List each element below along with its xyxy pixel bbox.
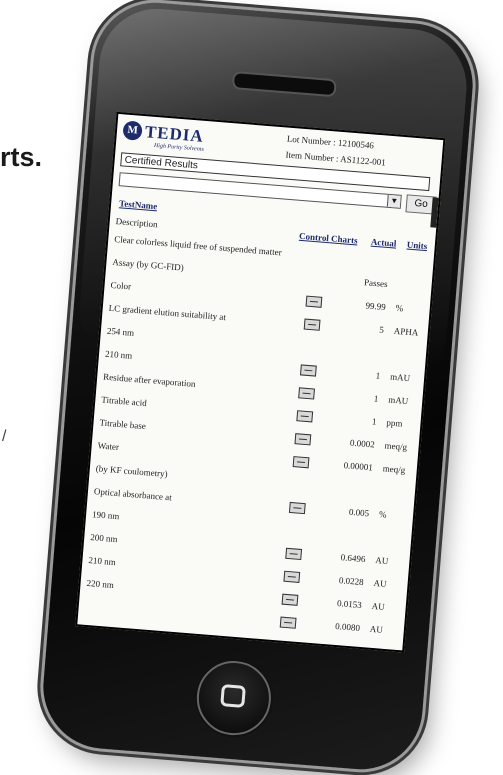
row-description: Assay (by GC-FID) (112, 256, 185, 273)
row-units: AU (373, 577, 387, 589)
chart-icon[interactable] (298, 387, 315, 400)
row-actual: 5 (379, 324, 385, 335)
row-actual: 0.00001 (343, 460, 374, 473)
column-header-description: Description (115, 216, 159, 230)
row-units: ppm (386, 417, 403, 429)
chart-icon[interactable] (285, 547, 303, 561)
chart-icon[interactable] (305, 295, 323, 308)
chart-icon[interactable] (281, 593, 299, 606)
row-actual: 1 (373, 393, 379, 404)
row-description: Clear colorless liquid free of suspended… (113, 234, 283, 258)
row-description: Color (110, 279, 132, 292)
column-header-actual[interactable]: Actual (371, 237, 397, 249)
row-actual (350, 253, 390, 256)
column-header-testname[interactable]: TestName (119, 198, 158, 211)
row-units: AU (371, 600, 386, 612)
row-description: Water (97, 440, 120, 453)
row-actual (343, 345, 383, 348)
row-description: Titrable acid (101, 394, 148, 409)
phone-device: M TEDIA High Purity Solvents Lot Number … (38, 0, 478, 775)
chart-icon[interactable] (288, 501, 306, 515)
row-units: meq/g (384, 440, 408, 453)
row-actual: 0.0080 (334, 620, 361, 633)
row-description: (by KF coulometry) (95, 463, 169, 480)
row-actual: 1 (371, 416, 377, 427)
row-units: AU (375, 554, 389, 567)
chart-icon[interactable] (299, 364, 317, 377)
row-actual: 0.0228 (338, 575, 365, 588)
row-units: % (378, 509, 387, 520)
row-actual: 0.005 (348, 506, 370, 519)
chart-icon[interactable] (294, 433, 312, 446)
row-units: AU (369, 623, 384, 635)
chart-icon[interactable] (296, 410, 314, 423)
row-description: 220 nm (86, 577, 115, 591)
background-headline: rts. (0, 142, 43, 172)
row-actual: 0.0153 (336, 598, 363, 611)
row-units: APHA (393, 325, 419, 338)
row-actual: 0.0002 (349, 437, 376, 450)
row-actual: Passes (363, 277, 388, 290)
item-number: Item Number : AS1122-001 (285, 149, 387, 168)
row-actual (328, 528, 368, 531)
chart-icon[interactable] (283, 570, 301, 583)
row-description: Residue after evaporation (102, 371, 196, 389)
tedia-logo: M TEDIA High Purity Solvents (122, 120, 206, 153)
chevron-down-icon[interactable]: ▼ (386, 194, 401, 208)
row-units: % (395, 302, 404, 314)
row-description: 200 nm (89, 532, 118, 545)
scrollbar[interactable] (430, 197, 439, 228)
row-units: mAU (389, 371, 411, 384)
row-description: 190 nm (91, 509, 120, 522)
row-units: meq/g (382, 463, 406, 476)
row-units: mAU (387, 394, 409, 407)
home-icon (220, 684, 246, 708)
column-header-control-charts[interactable]: Control Charts (299, 231, 358, 246)
chart-icon[interactable] (292, 456, 310, 469)
logo-emblem: M (122, 120, 143, 141)
row-actual: 0.6496 (340, 552, 366, 565)
row-description: Optical absorbance at (93, 486, 173, 503)
phone-screen: M TEDIA High Purity Solvents Lot Number … (75, 111, 446, 653)
row-description: 254 nm (106, 325, 135, 338)
row-actual: 1 (375, 370, 381, 381)
row-actual: 99.99 (365, 300, 387, 312)
row-description: Titrable base (99, 417, 147, 432)
row-description: 210 nm (104, 348, 133, 361)
chart-icon[interactable] (279, 616, 297, 629)
lot-number: Lot Number : 12100546 (286, 133, 375, 151)
row-actual (332, 482, 372, 485)
row-description: 210 nm (88, 554, 117, 568)
background-mark: / (2, 428, 7, 445)
column-header-units[interactable]: Units (406, 239, 427, 251)
chart-icon[interactable] (303, 318, 321, 331)
